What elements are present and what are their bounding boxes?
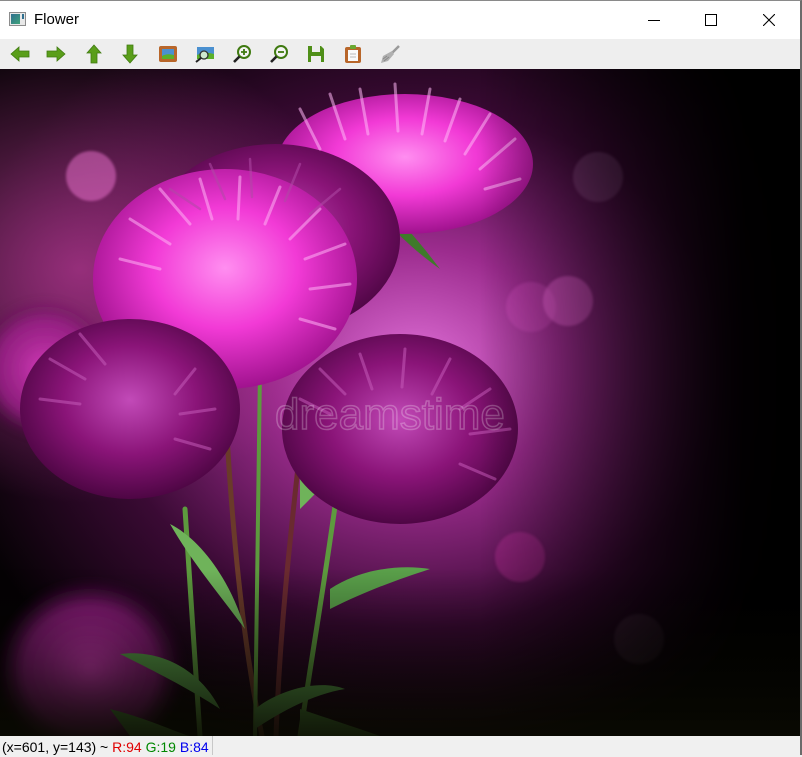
cursor-coordinates: (x=601, y=143) ~ — [2, 739, 113, 755]
vignette-bottom — [0, 69, 800, 736]
pan-right-button[interactable] — [43, 42, 69, 66]
title-bar[interactable]: Flower — [0, 1, 800, 39]
close-button[interactable] — [740, 1, 798, 39]
properties-button[interactable] — [377, 42, 403, 66]
flower-image: dreamstime — [0, 69, 800, 736]
red-value: R:94 — [112, 739, 142, 755]
zoom-in-icon — [233, 45, 251, 63]
zoom-out-icon — [270, 45, 288, 63]
status-bar: (x=601, y=143) ~ R:94 G:19 B:84 — [0, 736, 800, 755]
arrow-down-icon — [122, 44, 138, 64]
pan-up-button[interactable] — [81, 42, 107, 66]
brush-icon — [381, 45, 400, 63]
minimize-icon — [648, 20, 660, 21]
image-viewer-window: Flower (x=601, y=143) ~ R:94 G:19 B:84 — [0, 0, 802, 755]
copy-clipboard-button[interactable] — [340, 42, 366, 66]
maximize-icon — [705, 14, 717, 26]
status-separator — [212, 736, 213, 755]
zoom-original-button[interactable] — [192, 42, 218, 66]
toolbar — [0, 39, 800, 69]
zoom-out-button[interactable] — [266, 42, 292, 66]
minimize-button[interactable] — [625, 1, 683, 39]
maximize-button[interactable] — [682, 1, 740, 39]
clipboard-icon — [345, 45, 361, 63]
green-value: G:19 — [145, 739, 176, 755]
arrow-right-icon — [46, 46, 66, 62]
pixel-info: (x=601, y=143) ~ R:94 G:19 B:84 — [2, 738, 209, 757]
blue-value: B:84 — [179, 739, 209, 755]
arrow-left-icon — [10, 46, 30, 62]
image-frame-icon — [159, 46, 177, 62]
image-window-icon — [9, 12, 26, 26]
image-canvas[interactable]: dreamstime — [0, 69, 800, 736]
window-title: Flower — [34, 11, 80, 28]
save-icon — [308, 46, 324, 62]
zoom-in-button[interactable] — [229, 42, 255, 66]
pan-down-button[interactable] — [117, 42, 143, 66]
pan-left-button[interactable] — [7, 42, 33, 66]
save-button[interactable] — [303, 42, 329, 66]
image-magnifier-icon — [195, 47, 214, 63]
zoom-fit-button[interactable] — [155, 42, 181, 66]
close-icon — [763, 14, 775, 26]
arrow-up-icon — [86, 44, 102, 64]
